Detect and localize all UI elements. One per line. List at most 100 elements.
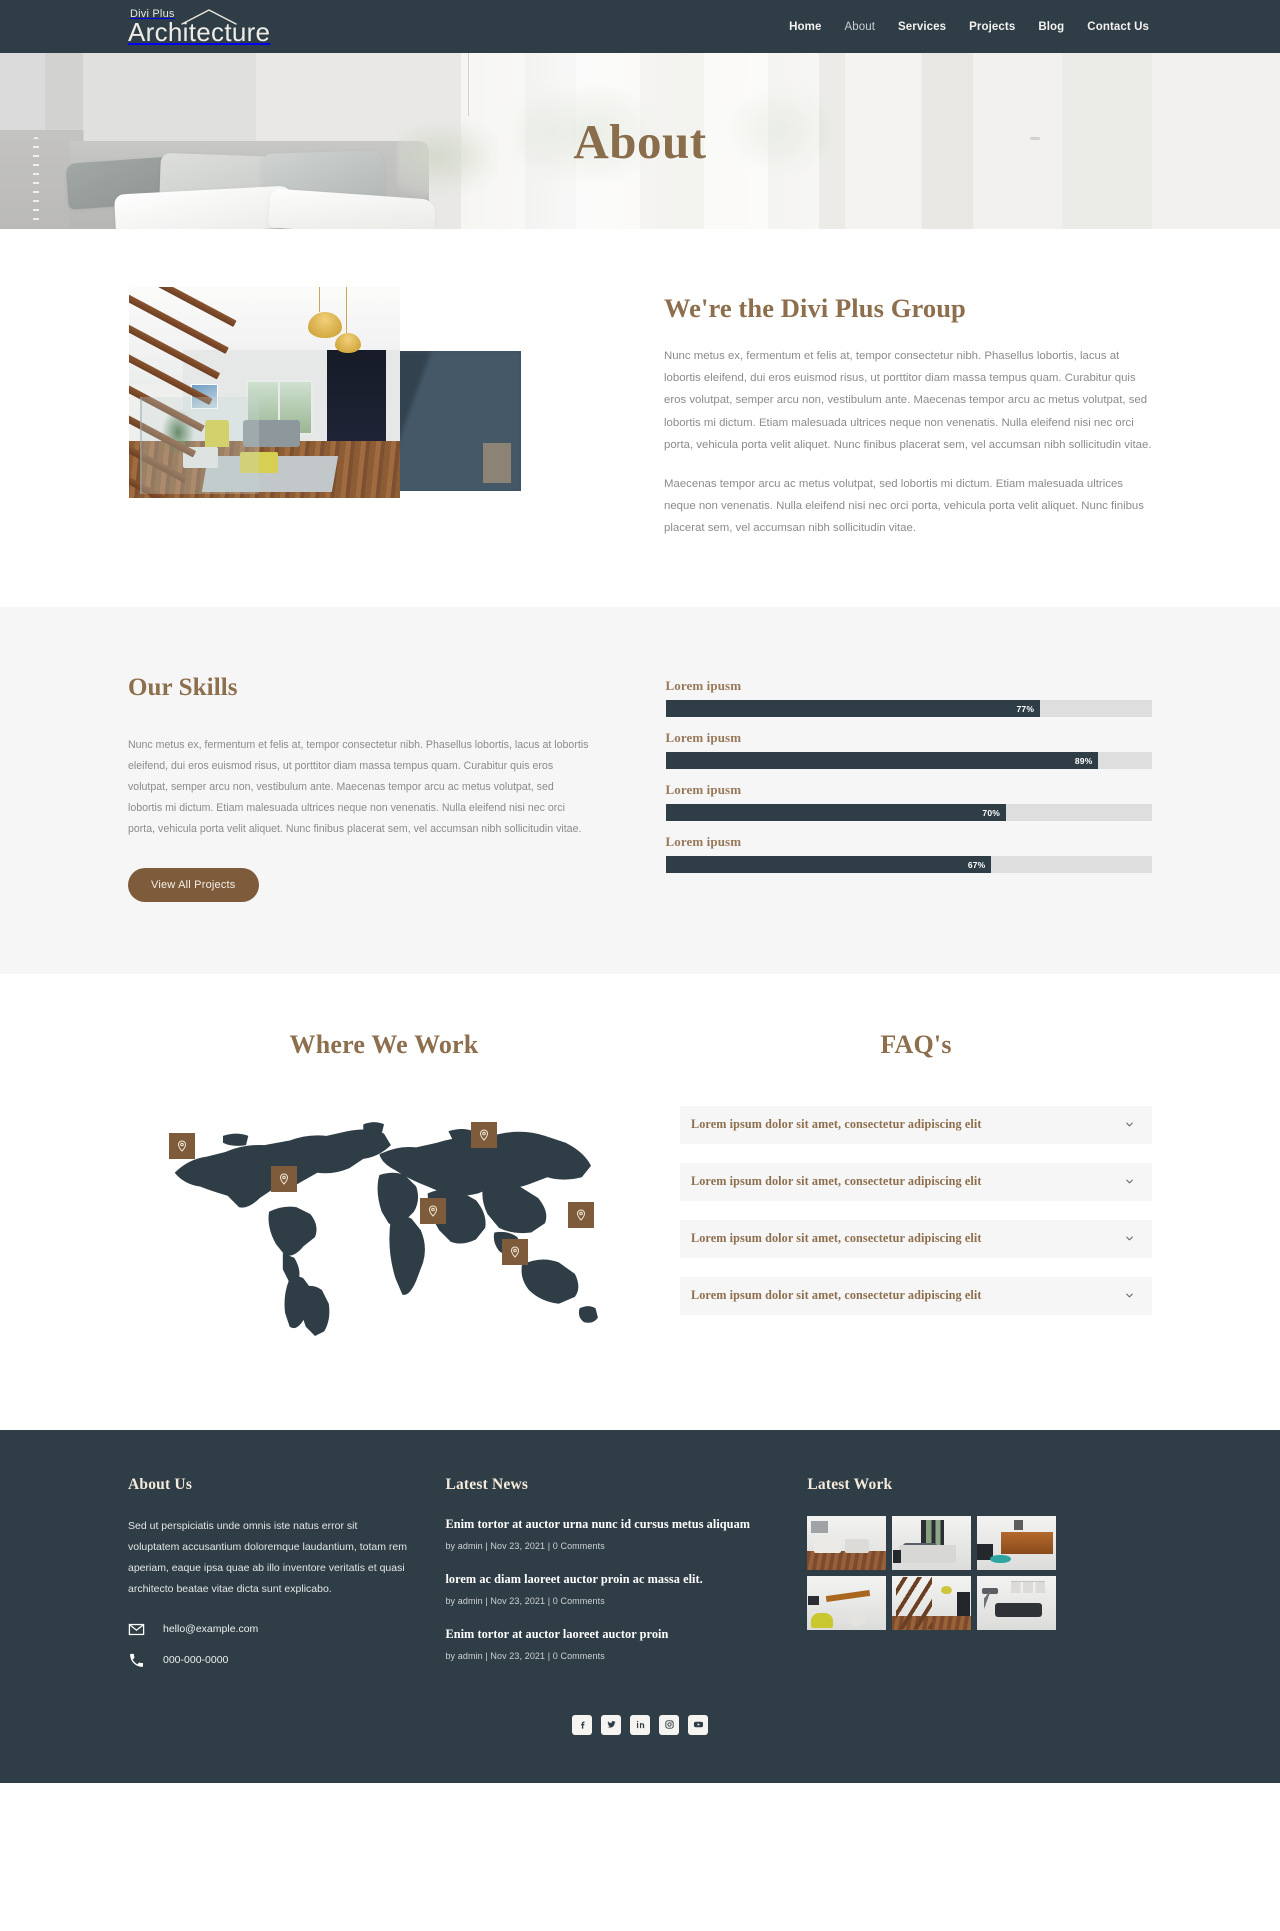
page-root: Divi Plus Architecture Home About Servic… (0, 0, 1280, 1783)
skill-bar-4: Lorem ipusm 67% (665, 834, 1152, 873)
work-thumb-2[interactable] (892, 1515, 972, 1570)
skill-bar-3: Lorem ipusm 70% (665, 782, 1152, 821)
skill-label-4: Lorem ipusm (665, 834, 742, 849)
nav-item-about[interactable]: About (844, 21, 875, 33)
skill-fill-2: 89% (665, 752, 1099, 769)
footer-about-heading: About Us (128, 1475, 193, 1493)
skill-fill-3: 70% (665, 804, 1007, 821)
work-thumb-6[interactable] (977, 1575, 1057, 1630)
news-title-1[interactable]: Enim tortor at auctor urna nunc id cursu… (445, 1516, 757, 1533)
nav-item-blog[interactable]: Blog (1038, 21, 1064, 33)
nav-item-services[interactable]: Services (898, 21, 946, 33)
location-pin-icon (510, 1246, 519, 1258)
news-title-3[interactable]: Enim tortor at auctor laoreet auctor pro… (445, 1626, 757, 1643)
news-item-2[interactable]: lorem ac diam laoreet auctor proin ac ma… (445, 1571, 757, 1606)
location-pin-icon (280, 1173, 289, 1185)
map-pin-5[interactable] (568, 1202, 595, 1229)
skills-bars: Lorem ipusm 77% Lorem ipusm 89% Lorem ip… (620, 673, 1152, 886)
skills-paragraph: Nunc metus ex, fermentum et felis at, te… (128, 739, 589, 835)
news-meta-2: by admin | Nov 23, 2021 | 0 Comments (445, 1595, 605, 1606)
nav-item-home[interactable]: Home (789, 21, 821, 33)
work-thumb-1[interactable] (807, 1515, 887, 1570)
site-header: Divi Plus Architecture Home About Servic… (0, 0, 1280, 53)
footer-work-heading: Latest Work (807, 1475, 893, 1493)
map-pin-1[interactable] (168, 1133, 195, 1160)
about-images (128, 287, 640, 547)
main-navigation: Home About Services Projects Blog Contac… (789, 21, 1280, 33)
news-title-2[interactable]: lorem ac diam laoreet auctor proin ac ma… (445, 1571, 757, 1588)
footer-bottom-bar (0, 1760, 1280, 1783)
faq-item-3[interactable]: Lorem ipsum dolor sit amet, consectetur … (680, 1219, 1152, 1258)
about-paragraph-2: Maecenas tempor arcu ac metus volutpat, … (664, 477, 1144, 535)
page-title: About (573, 113, 707, 169)
skill-label-1: Lorem ipusm (665, 678, 742, 693)
nav-item-contact-us[interactable]: Contact Us (1087, 21, 1149, 33)
faq-item-2[interactable]: Lorem ipsum dolor sit amet, consectetur … (680, 1162, 1152, 1201)
chevron-down-icon[interactable] (1124, 1176, 1135, 1187)
footer-phone-text: 000-000-0000 (163, 1654, 229, 1667)
about-copy: We're the Divi Plus Group Nunc metus ex,… (640, 287, 1152, 540)
map-pin-6[interactable] (501, 1239, 528, 1266)
world-map (128, 1106, 640, 1336)
footer-news-column: Latest News Enim tortor at auctor urna n… (445, 1476, 783, 1681)
skill-bar-1: Lorem ipusm 77% (665, 678, 1152, 717)
social-youtube-button[interactable] (688, 1714, 708, 1735)
skill-percent-1: 77% (1016, 703, 1035, 714)
skill-bar-2: Lorem ipusm 89% (665, 730, 1152, 769)
site-logo[interactable]: Divi Plus Architecture (128, 7, 270, 46)
social-linkedin-button[interactable] (630, 1714, 650, 1735)
map-pin-2[interactable] (271, 1165, 298, 1192)
work-thumb-4[interactable] (807, 1575, 887, 1630)
envelope-icon (128, 1623, 145, 1635)
faq-column: FAQ's Lorem ipsum dolor sit amet, consec… (640, 1030, 1152, 1334)
news-item-3[interactable]: Enim tortor at auctor laoreet auctor pro… (445, 1626, 757, 1661)
footer-about-column: About Us Sed ut perspiciatis unde omnis … (128, 1476, 445, 1669)
footer-email-row[interactable]: hello@example.com (128, 1621, 409, 1638)
linkedin-icon (636, 1721, 644, 1729)
social-links (128, 1714, 1152, 1735)
footer-news-heading: Latest News (445, 1475, 529, 1493)
skills-copy: Our Skills Nunc metus ex, fermentum et f… (128, 673, 620, 902)
chevron-down-icon[interactable] (1124, 1233, 1135, 1244)
skill-percent-2: 89% (1074, 755, 1093, 766)
social-facebook-button[interactable] (572, 1714, 592, 1735)
faq-list: Lorem ipsum dolor sit amet, consectetur … (680, 1105, 1152, 1315)
faq-heading: FAQ's (880, 1029, 952, 1059)
work-thumb-5[interactable] (892, 1575, 972, 1630)
faq-item-1[interactable]: Lorem ipsum dolor sit amet, consectetur … (680, 1105, 1152, 1144)
chevron-down-icon[interactable] (1124, 1290, 1135, 1301)
faq-item-4[interactable]: Lorem ipsum dolor sit amet, consectetur … (680, 1276, 1152, 1315)
where-we-work-heading: Where We Work (289, 1029, 479, 1059)
location-pin-icon (177, 1140, 186, 1153)
view-all-projects-button[interactable]: View All Projects (128, 867, 259, 902)
facebook-icon (580, 1721, 585, 1729)
location-pin-icon (577, 1209, 586, 1222)
youtube-icon (693, 1722, 703, 1728)
map-pin-4[interactable] (419, 1197, 446, 1224)
skill-label-3: Lorem ipusm (665, 782, 742, 797)
work-thumb-3[interactable] (977, 1515, 1057, 1570)
map-pin-3[interactable] (471, 1121, 498, 1148)
location-pin-icon (480, 1129, 489, 1141)
skill-percent-3: 70% (982, 807, 1001, 818)
footer-about-text: Sed ut perspiciatis unde omnis iste natu… (128, 1519, 407, 1595)
faq-question-4: Lorem ipsum dolor sit amet, consectetur … (691, 1288, 982, 1303)
social-instagram-button[interactable] (659, 1714, 679, 1735)
about-paragraph-1: Nunc metus ex, fermentum et felis at, te… (664, 349, 1152, 451)
logo-main-text: Architecture (128, 16, 271, 47)
map-faq-section: Where We Work FAQ's Lorem ipsum dolor si… (0, 973, 1280, 1430)
social-twitter-button[interactable] (601, 1714, 621, 1735)
chevron-down-icon[interactable] (1124, 1119, 1135, 1130)
nav-item-projects[interactable]: Projects (969, 21, 1015, 33)
footer-phone-row[interactable]: 000-000-0000 (128, 1652, 409, 1669)
where-we-work-column: Where We Work (128, 1030, 640, 1336)
news-item-1[interactable]: Enim tortor at auctor urna nunc id cursu… (445, 1516, 757, 1551)
about-heading: We're the Divi Plus Group (664, 293, 966, 323)
about-image-main (129, 287, 400, 498)
faq-question-3: Lorem ipsum dolor sit amet, consectetur … (691, 1231, 982, 1246)
news-meta-1: by admin | Nov 23, 2021 | 0 Comments (445, 1540, 605, 1551)
footer-email-text: hello@example.com (163, 1623, 259, 1636)
skill-track-4: 67% (665, 856, 1152, 873)
skills-heading: Our Skills (128, 674, 238, 701)
about-section: We're the Divi Plus Group Nunc metus ex,… (0, 229, 1280, 607)
